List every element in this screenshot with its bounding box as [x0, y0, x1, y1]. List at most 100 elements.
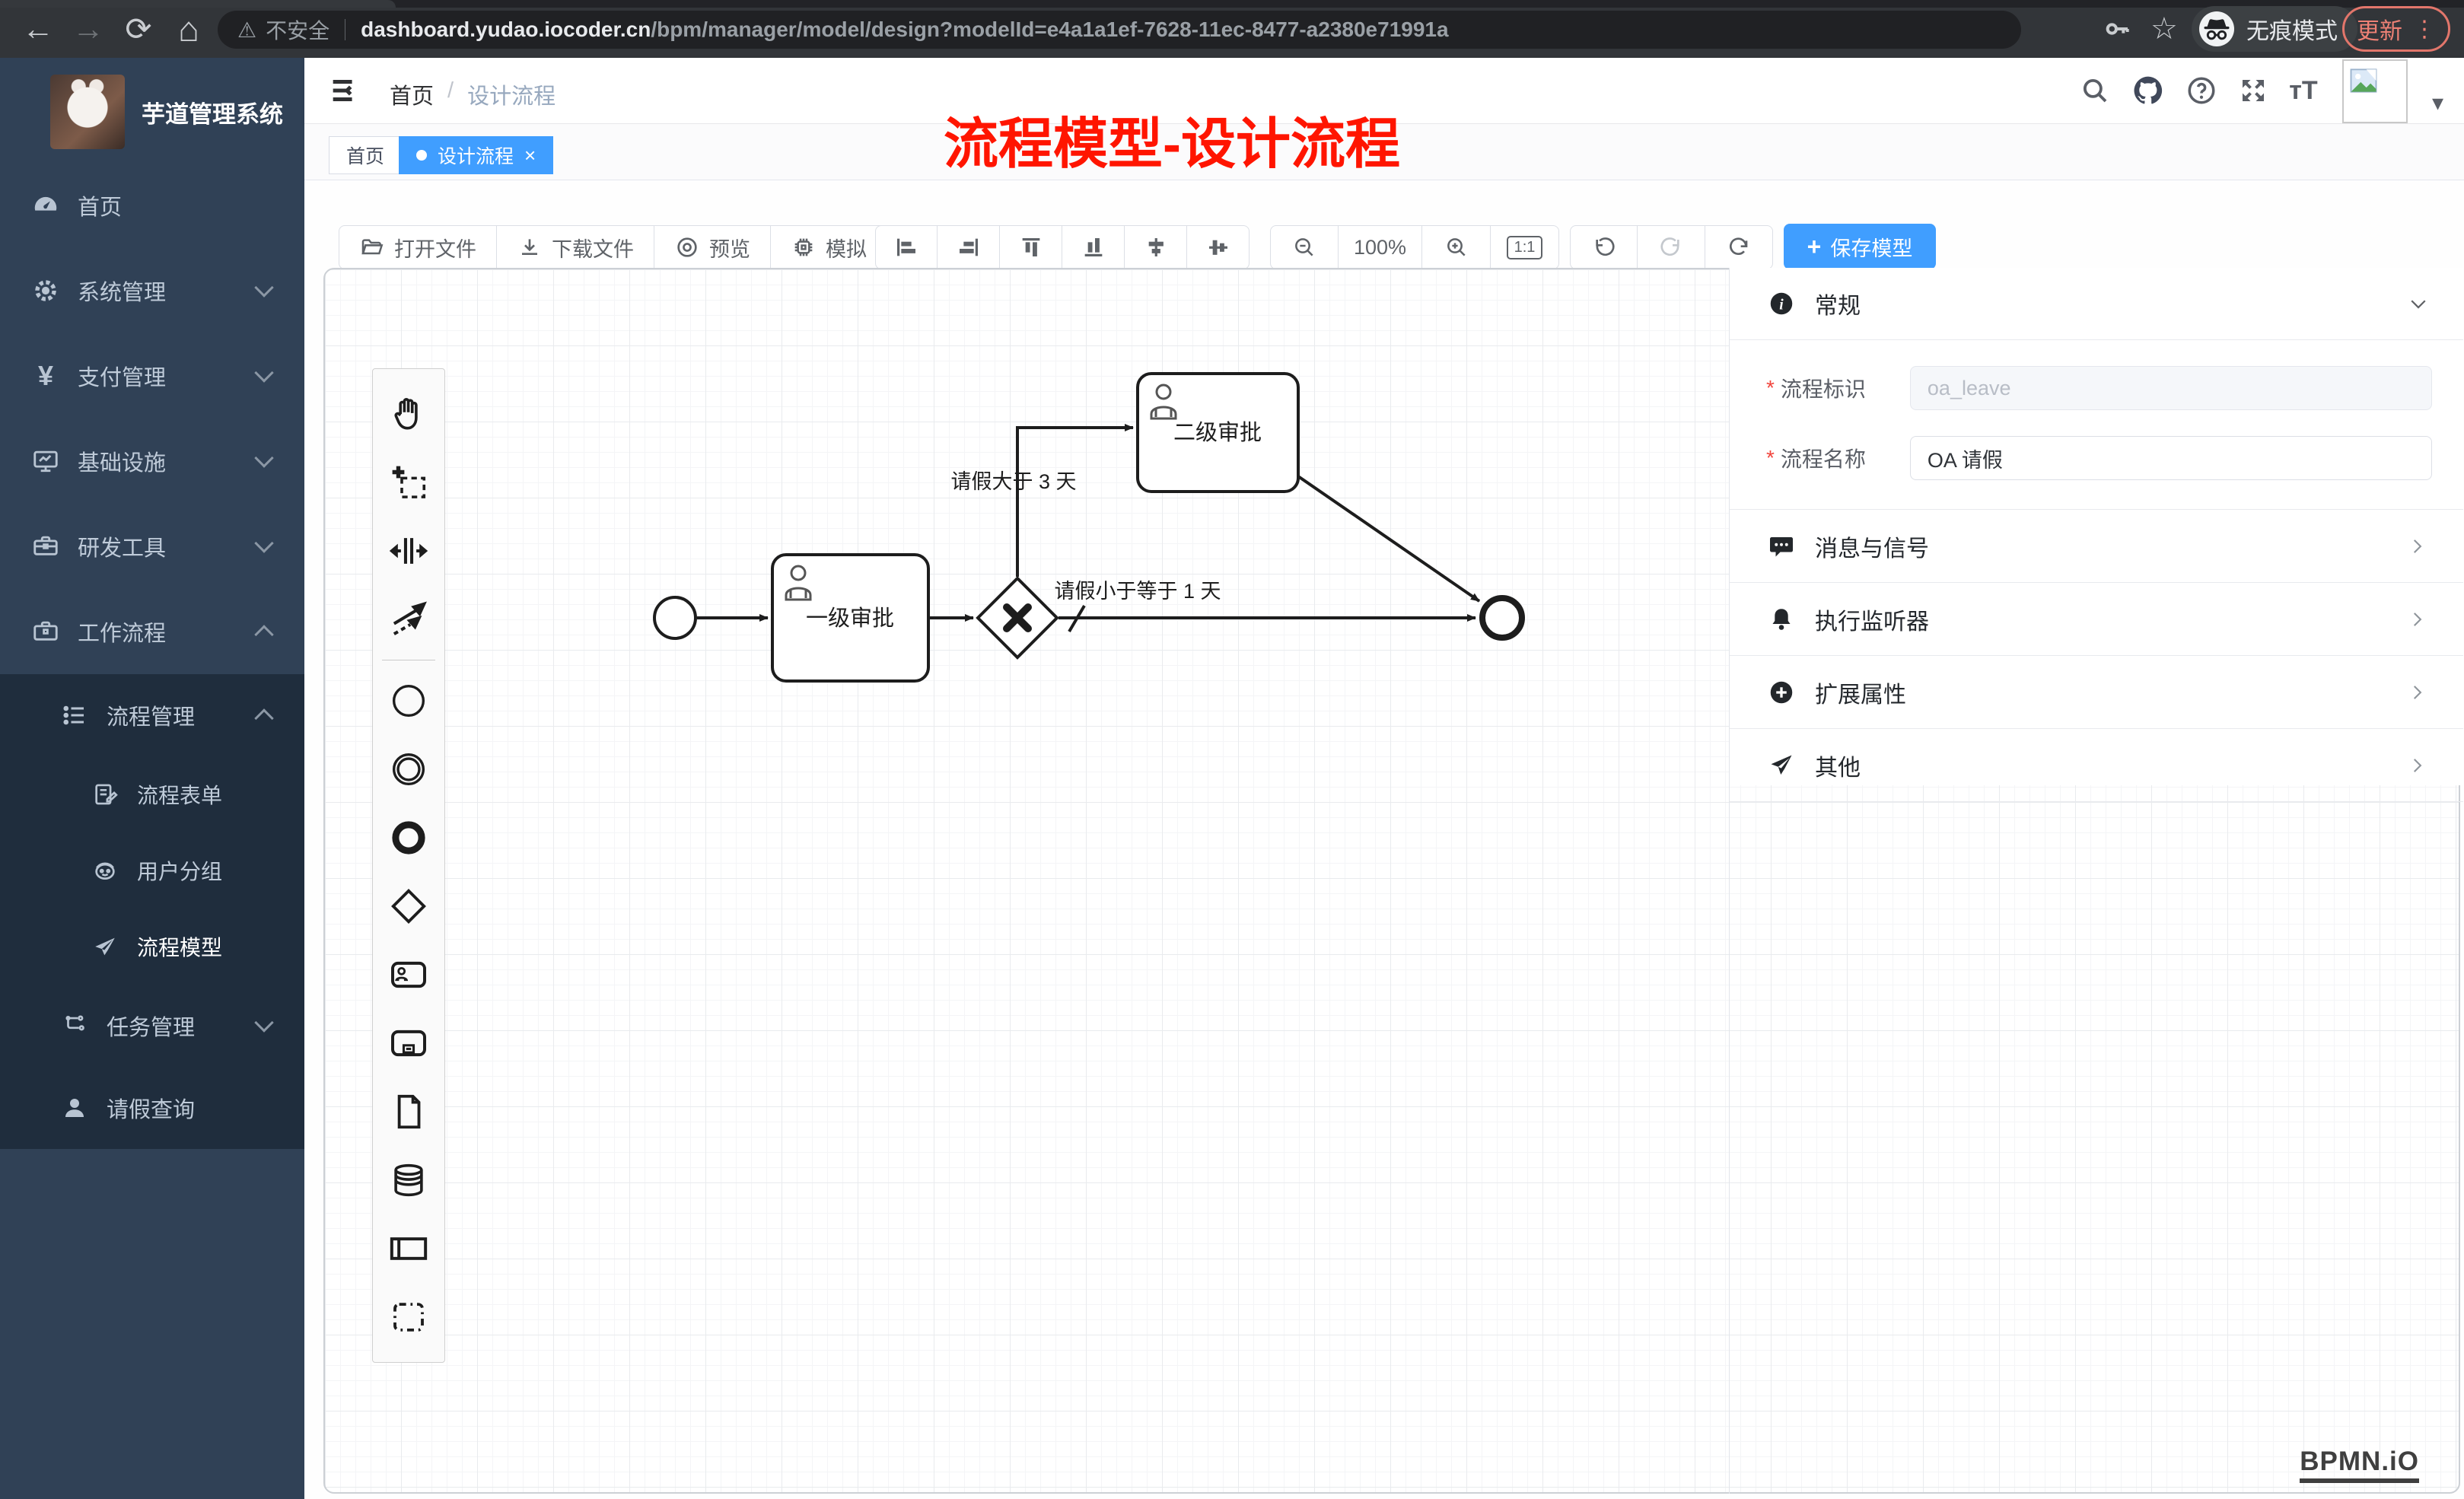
- key-icon[interactable]: [2102, 14, 2132, 44]
- avatar-caret-icon[interactable]: ▾: [2432, 90, 2443, 116]
- section-title: 扩展属性: [1815, 676, 1906, 709]
- close-icon[interactable]: ×: [524, 144, 536, 167]
- update-label[interactable]: 更新: [2357, 12, 2402, 46]
- preview-button[interactable]: 预览: [654, 225, 771, 269]
- align-bottom-button[interactable]: [1062, 225, 1125, 269]
- global-connect-tool[interactable]: [374, 585, 444, 654]
- redo-button[interactable]: [1638, 225, 1705, 269]
- flow-gateway-to-task2[interactable]: [1017, 428, 1133, 577]
- align-right-button[interactable]: [938, 225, 1000, 269]
- button-label: 预览: [709, 233, 750, 263]
- open-file-button[interactable]: 打开文件: [339, 225, 497, 269]
- space-tool[interactable]: [374, 517, 444, 585]
- create-data-object[interactable]: [374, 1077, 444, 1146]
- help-icon[interactable]: [2182, 72, 2220, 110]
- create-participant[interactable]: [374, 1214, 444, 1283]
- avatar[interactable]: [2342, 59, 2408, 123]
- toolbox-icon: [30, 531, 61, 562]
- sidebar-item-process-model[interactable]: 流程模型: [0, 909, 304, 985]
- sidebar-item-leave-query[interactable]: 请假查询: [0, 1067, 304, 1149]
- url-bar[interactable]: ⚠ 不安全 dashboard.yudao.iocoder.cn/bpm/man…: [218, 11, 2021, 49]
- create-start-event[interactable]: [374, 667, 444, 735]
- home-icon[interactable]: ⌂: [169, 8, 209, 49]
- create-intermediate-event[interactable]: [374, 735, 444, 804]
- section-execution-listener[interactable]: 执行监听器: [1730, 583, 2463, 656]
- exclusive-gateway[interactable]: [978, 578, 1057, 657]
- bookmark-star-icon[interactable]: ☆: [2150, 11, 2178, 46]
- sidebar: 芋道管理系统 首页 系统管理 ¥ 支付管理: [0, 58, 304, 1499]
- section-general[interactable]: i 常规: [1730, 268, 2463, 340]
- section-other[interactable]: 其他: [1730, 729, 2463, 802]
- browser-menu-icon[interactable]: ⋮: [2413, 16, 2436, 43]
- sidebar-item-system[interactable]: 系统管理: [0, 248, 304, 333]
- sidebar-item-home[interactable]: 首页: [0, 163, 304, 248]
- bpmn-io-watermark[interactable]: BPMN.iO: [2300, 1446, 2419, 1483]
- end-event[interactable]: [1482, 598, 1522, 638]
- create-gateway[interactable]: [374, 872, 444, 940]
- user-task-1[interactable]: [772, 555, 928, 681]
- save-model-button[interactable]: + 保存模型: [1784, 224, 1936, 269]
- simulate-button[interactable]: 模拟: [771, 225, 887, 269]
- sidebar-item-infra[interactable]: 基础设施: [0, 419, 304, 504]
- reload-icon[interactable]: ⟳: [119, 11, 158, 48]
- align-vcenter-button[interactable]: [1125, 225, 1187, 269]
- active-tab-dot: [416, 150, 427, 161]
- tag-home[interactable]: 首页: [329, 136, 402, 174]
- sidebar-item-process-form[interactable]: 流程表单: [0, 756, 304, 832]
- save-model-label: 保存模型: [1830, 232, 1912, 262]
- create-data-store[interactable]: [374, 1146, 444, 1214]
- sidebar-item-user-group[interactable]: 用户分组: [0, 832, 304, 909]
- chevron-down-icon: [2407, 292, 2430, 315]
- align-button-group: [875, 225, 1250, 269]
- create-end-event[interactable]: [374, 804, 444, 872]
- back-icon[interactable]: ←: [18, 11, 58, 47]
- sidebar-item-devtools[interactable]: 研发工具: [0, 504, 304, 589]
- undo-icon: [1591, 234, 1617, 260]
- security-label[interactable]: 不安全: [266, 14, 329, 45]
- sidebar-item-payment[interactable]: ¥ 支付管理: [0, 333, 304, 419]
- zoom-out-button[interactable]: [1270, 225, 1339, 269]
- align-hcenter-button[interactable]: [1187, 225, 1250, 269]
- sidebar-collapse-icon[interactable]: [327, 73, 362, 108]
- section-extended-attributes[interactable]: 扩展属性: [1730, 656, 2463, 729]
- sidebar-menu: 首页 系统管理 ¥ 支付管理 基础设施: [0, 163, 304, 1149]
- process-key-input[interactable]: oa_leave: [1910, 366, 2432, 410]
- zoom-reset-button[interactable]: 1:1: [1491, 225, 1559, 269]
- sidebar-item-task-mgmt[interactable]: 任务管理: [0, 985, 304, 1067]
- search-icon[interactable]: [2076, 72, 2114, 110]
- breadcrumb-home[interactable]: 首页: [390, 78, 434, 110]
- fullscreen-icon[interactable]: [2234, 72, 2272, 110]
- tag-design-process[interactable]: 设计流程 ×: [399, 136, 553, 174]
- user-task-2[interactable]: [1138, 374, 1298, 492]
- align-top-button[interactable]: [1000, 225, 1062, 269]
- update-button[interactable]: 更新 ⋮: [2342, 6, 2450, 52]
- chevron-down-icon: [254, 363, 273, 382]
- download-file-button[interactable]: 下载文件: [497, 225, 654, 269]
- button-label: 下载文件: [552, 233, 634, 263]
- hand-tool[interactable]: [374, 380, 444, 448]
- chevron-right-icon: [2407, 609, 2427, 629]
- forward-icon[interactable]: →: [68, 11, 108, 47]
- general-fields: * 流程标识 oa_leave * 流程名称 OA 请假: [1730, 366, 2463, 510]
- list-icon: [59, 700, 90, 730]
- undo-button[interactable]: [1570, 225, 1638, 269]
- process-name-input[interactable]: OA 请假: [1910, 436, 2432, 480]
- workflow-submenu: 流程管理 流程表单 用户分组: [0, 674, 304, 1149]
- create-user-task[interactable]: [374, 940, 444, 1009]
- start-event[interactable]: [654, 597, 696, 638]
- create-subprocess[interactable]: [374, 1009, 444, 1077]
- zoom-in-button[interactable]: [1422, 225, 1491, 269]
- flow-task2-to-end[interactable]: [1298, 476, 1479, 601]
- github-icon[interactable]: [2129, 72, 2167, 110]
- font-size-icon[interactable]: тT: [2284, 72, 2322, 110]
- sidebar-item-workflow[interactable]: 工作流程: [0, 589, 304, 674]
- url-host[interactable]: dashboard.yudao.iocoder.cn: [361, 18, 651, 42]
- align-left-button[interactable]: [875, 225, 938, 269]
- browser-active-tab[interactable]: [0, 0, 396, 8]
- lasso-tool[interactable]: [374, 448, 444, 517]
- sidebar-item-process-mgmt[interactable]: 流程管理: [0, 674, 304, 756]
- section-title: 消息与信号: [1815, 530, 1929, 563]
- restart-button[interactable]: [1705, 225, 1773, 269]
- section-message-signal[interactable]: 消息与信号: [1730, 510, 2463, 583]
- create-group[interactable]: [374, 1283, 444, 1351]
